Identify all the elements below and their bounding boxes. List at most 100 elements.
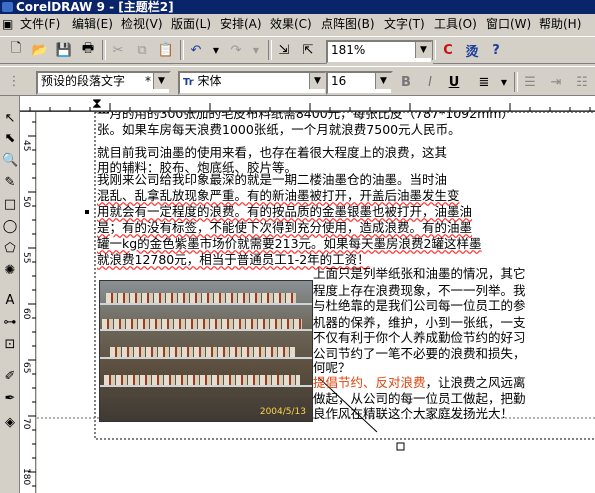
print-icon[interactable]: 🖶 <box>78 40 98 60</box>
text-tool-icon[interactable]: A <box>2 292 18 310</box>
shelf-items <box>106 293 296 303</box>
menu-bar: ▣ 文件(F) 编辑(E) 检视(V) 版面(L) 安排(A) 效果(C) 点阵… <box>0 14 595 34</box>
paragraph-style-value: 预设的段落文字 <box>41 74 126 88</box>
spell-check-icon[interactable]: 烫 <box>462 40 482 60</box>
menu-window[interactable]: 窗口(W) <box>486 16 531 32</box>
transparency-tool-icon[interactable]: ⊡ <box>2 336 18 354</box>
shelf-items <box>104 375 300 385</box>
undo-icon[interactable]: ↶ <box>186 40 206 60</box>
document-menu-icon[interactable]: ▣ <box>2 16 16 32</box>
ruler-ticks <box>20 103 595 112</box>
zoom-combo[interactable]: 181% ▼ <box>326 40 433 64</box>
italic-icon[interactable]: I <box>420 72 440 92</box>
text-property-bar: ⋮ 预设的段落文字 * ▼ Tr 宋体 ▼ 16 ▼ B I U ≣ ▼ ☰ ⇥… <box>0 66 595 96</box>
shape-tool-icon[interactable]: ⬉ <box>2 130 18 148</box>
text-line: 张。如果车房每天浪费1000张纸，一个月就浪费7500元人民币。 <box>97 122 461 137</box>
standard-toolbar: 🗋 📂 💾 🖶 ✂ ⧉ 📋 ↶ ▼ ↷ ▼ ⇲ ⇱ 181% ▼ C 烫 ? <box>0 36 595 64</box>
polygon-tool-icon[interactable]: ⬠ <box>2 240 18 258</box>
align-dropdown-icon[interactable]: ▼ <box>494 72 514 92</box>
new-file-icon[interactable]: 🗋 <box>6 40 26 60</box>
export-icon[interactable]: ⇱ <box>298 40 318 60</box>
highlighted-slogan: 提倡节约、反对浪费 <box>313 375 426 390</box>
paragraph-style-combo[interactable]: 预设的段落文字 * ▼ <box>36 71 171 95</box>
ruler-ticks <box>28 121 36 487</box>
chevron-down-icon[interactable]: ▼ <box>309 73 325 89</box>
text-line: 上面只是列举纸张和油墨的情况，其它 <box>313 266 526 281</box>
font-name-value: 宋体 <box>197 74 222 88</box>
open-folder-icon[interactable]: 📂 <box>30 40 50 60</box>
bold-icon[interactable]: B <box>396 72 416 92</box>
font-size-combo[interactable]: 16 ▼ <box>326 71 393 95</box>
text-line: 用就会有一定程度的浪费。有的按品质的金墨银墨也被打开，油墨油 <box>97 204 473 219</box>
underline-icon[interactable]: U <box>444 72 464 92</box>
window-title: CorelDRAW 9 - [主题栏2] <box>16 0 174 14</box>
title-bar: CorelDRAW 9 - [主题栏2] <box>0 0 595 14</box>
interactive-tool-icon[interactable]: ⊶ <box>2 314 18 332</box>
toolbox: ↖ ⬉ 🔍 ✎ □ ◯ ⬠ ✺ A ⊶ ⊡ ✐ ✒ ◈ <box>0 96 20 493</box>
menu-help[interactable]: 帮助(H) <box>539 16 581 32</box>
toolbar-separator <box>268 40 272 60</box>
shelf-items <box>102 319 302 329</box>
ruler-marker-icon[interactable]: ⧗ <box>92 96 102 112</box>
style-asterisk: * <box>145 74 151 88</box>
text-line: 程度上存在浪费现象，不一一列举。我 <box>313 283 526 298</box>
vertical-ruler: 45 50 55 60 65 70 180 <box>20 112 36 493</box>
menu-file[interactable]: 文件(F) <box>20 16 60 32</box>
text-line: 与杜绝靠的是我们公司每一位员工的参 <box>313 298 526 313</box>
text-line: 混乱、乱拿乱放现象严重。有的新油墨被打开，开盖后油墨发生变 <box>97 188 460 203</box>
cut-icon[interactable]: ✂ <box>108 40 128 60</box>
font-size-value: 16 <box>331 74 347 88</box>
text-line: 机器的保养，维护，小到一张纸，一支 <box>313 315 526 330</box>
pick-tool-icon[interactable]: ↖ <box>2 110 18 128</box>
paste-icon[interactable]: 📋 <box>156 40 176 60</box>
fill-tool-icon[interactable]: ◈ <box>2 414 18 432</box>
context-help-icon[interactable]: ? <box>486 40 506 60</box>
text-line: 是；有的没有标签，不能使下次得到充分使用，造成浪费。有的油墨 <box>97 220 473 235</box>
shelf <box>100 357 312 359</box>
indent-icon[interactable]: ⇥ <box>546 72 566 92</box>
menu-text[interactable]: 文字(T) <box>384 16 425 32</box>
menu-layout[interactable]: 版面(L) <box>171 16 211 32</box>
menu-tools[interactable]: 工具(O) <box>434 16 477 32</box>
toolbar-separator <box>432 40 436 60</box>
eyedropper-tool-icon[interactable]: ✐ <box>2 368 18 386</box>
outline-tool-icon[interactable]: ✒ <box>2 390 18 408</box>
freehand-tool-icon[interactable]: ✎ <box>2 174 18 192</box>
menu-bitmaps[interactable]: 点阵图(B) <box>321 16 375 32</box>
chevron-down-icon[interactable]: ▼ <box>415 42 431 58</box>
warehouse-photo[interactable]: 2004/5/13 <box>99 280 313 422</box>
undo-dropdown-icon[interactable]: ▼ <box>206 40 226 60</box>
text-line: 提倡节约、反对浪费，让浪费之风远离 <box>313 375 526 390</box>
rectangle-tool-icon[interactable]: □ <box>2 196 18 214</box>
text-line: 不仅有利于你个人养成勤俭节约的好习 <box>313 330 526 345</box>
zoom-tool-icon[interactable]: 🔍 <box>2 152 18 170</box>
menu-arrange[interactable]: 安排(A) <box>220 16 262 32</box>
redo-dropdown-icon[interactable]: ▼ <box>246 40 266 60</box>
outdent-icon[interactable]: ☷ <box>572 72 592 92</box>
truetype-icon: Tr <box>183 77 194 88</box>
toolbar-separator <box>102 40 106 60</box>
text-line: 良作风在精联这个大家庭发扬光大！ <box>313 406 514 421</box>
copy-icon[interactable]: ⧉ <box>132 40 152 60</box>
toolbar-separator <box>180 40 184 60</box>
text-line: 我刚来公司给我印象最深的就是一期二楼油墨仓的油墨。当时油 <box>97 172 448 187</box>
chevron-down-icon[interactable]: ▼ <box>375 73 391 89</box>
bullet-icon[interactable]: ☰ <box>520 72 540 92</box>
menu-effects[interactable]: 效果(C) <box>270 16 312 32</box>
menu-view[interactable]: 检视(V) <box>121 16 163 32</box>
text-line: 做起，从公司的每一位员工做起，把勤 <box>313 391 526 406</box>
menu-edit[interactable]: 编辑(E) <box>72 16 113 32</box>
corel-launcher-icon[interactable]: C <box>438 40 458 60</box>
chevron-down-icon[interactable]: ▼ <box>153 73 169 89</box>
ellipse-tool-icon[interactable]: ◯ <box>2 218 18 236</box>
import-icon[interactable]: ⇲ <box>274 40 294 60</box>
shelf <box>100 329 312 331</box>
spiral-tool-icon[interactable]: ✺ <box>2 262 18 280</box>
save-icon[interactable]: 💾 <box>54 40 74 60</box>
horizontal-ruler: ⧗ <box>20 96 595 112</box>
font-name-combo[interactable]: Tr 宋体 ▼ <box>178 71 327 95</box>
align-icon[interactable]: ≣ <box>474 72 494 92</box>
text-line: 何呢？ <box>313 360 351 375</box>
redo-icon[interactable]: ↷ <box>226 40 246 60</box>
drawing-canvas[interactable]: 一月的用的300张加的毛皮布料纸需8400元，每张比皮（787*1092mm） … <box>37 112 595 493</box>
